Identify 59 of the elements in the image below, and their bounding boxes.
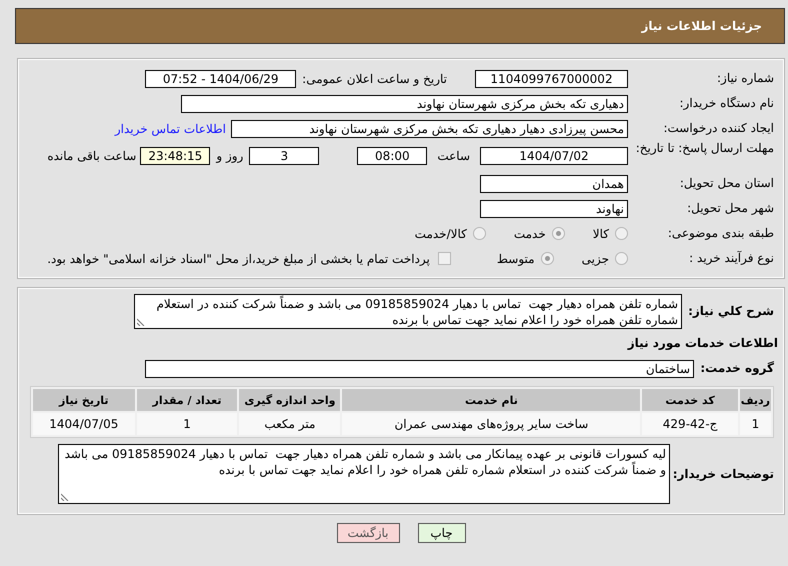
remaining-time-field: 23:48:15: [140, 147, 210, 165]
field-label: شرح كلي نیاز:: [687, 305, 775, 318]
print-button[interactable]: چاپ: [418, 523, 466, 543]
field-label: نام دستگاه خریدار:: [678, 97, 775, 110]
checkbox-label: پرداخت تمام یا بخشی از مبلغ خرید،از محل "اسناد خزانه اسلامی" خواهد بود.: [47, 252, 430, 266]
section-heading: اطلاعات خدمات مورد نیاز: [628, 336, 778, 350]
description-field: شماره تلفن همراه دهیار جهت تماس با دهیار 09185859024 می باشد و ضمناً شرکت کننده در استعلام شماره تلفن همراه خود را اعلام نماید جهت تماس با برنده: [134, 294, 682, 329]
field-label: ساعت: [437, 149, 470, 163]
column-header: تاریخ نیاز: [33, 389, 135, 411]
column-header: تعداد / مقدار: [136, 389, 238, 411]
resize-grip-icon[interactable]: [61, 493, 69, 501]
checkbox[interactable]: [438, 252, 451, 265]
column-header: کد خدمت: [642, 389, 738, 411]
field-label: توضیحات خریدار:: [672, 468, 775, 480]
announce-date-field: 1404/06/29 - 07:52: [145, 70, 296, 88]
deadline-date-field: 1404/07/02: [480, 147, 628, 165]
radio-label: کالا/خدمت: [414, 226, 467, 240]
deadline-time-field: 08:00: [357, 147, 428, 165]
table-cell: ساخت سایر پروژه‌های مهندسی عمران: [342, 413, 640, 435]
requester-field: محسن پیرزادی دهیار دهیاری تکه بخش مرکزی شهرستان نهاوند: [231, 120, 628, 138]
column-header: واحد اندازه گیری: [239, 389, 340, 411]
radio-button[interactable]: [615, 252, 628, 265]
buyer-contact-link[interactable]: اطلاعات تماس خریدار: [114, 122, 226, 136]
table-cell: 1: [740, 413, 771, 435]
page-title: جزئیات اطلاعات نیاز: [641, 19, 762, 33]
field-label: روز و: [216, 149, 244, 163]
column-header: نام خدمت: [342, 389, 640, 411]
service-group-field: ساختمان: [145, 360, 694, 378]
radio-label: خدمت: [514, 226, 546, 240]
field-label: طبقه بندی موضوعی:: [666, 227, 775, 240]
radio-button[interactable]: [615, 227, 628, 240]
radio-button[interactable]: [472, 227, 486, 240]
radio-label: جزیی: [582, 252, 609, 266]
field-label: ایجاد کننده درخواست:: [662, 122, 775, 135]
radio-button[interactable]: [540, 252, 554, 265]
field-label: شهر محل تحویل:: [686, 202, 775, 215]
resize-grip-icon[interactable]: [137, 318, 146, 326]
buyer-org-field: دهیاری تکه بخش مرکزی شهرستان نهاوند: [181, 94, 628, 112]
field-label: نوع فرآیند خرید :: [688, 252, 775, 265]
radio-label: کالا: [592, 226, 609, 240]
province-field: همدان: [480, 174, 628, 192]
table-cell: متر مکعب: [239, 413, 340, 435]
field-label: مهلت ارسال پاسخ: تا تاریخ:: [634, 142, 775, 155]
need-number-field: 1104099767000002: [475, 70, 628, 88]
radio-label: متوسط: [496, 252, 535, 266]
field-label: استان محل تحویل:: [678, 177, 775, 190]
column-header: ردیف: [740, 389, 771, 411]
table-cell: ج-42-429: [642, 413, 738, 435]
city-field: نهاوند: [480, 200, 628, 218]
field-label: تاریخ و ساعت اعلان عمومی:: [302, 72, 447, 86]
table-cell: 1: [136, 413, 238, 435]
buyer-notes-field: لیه کسورات قانونی بر عهده پیمانکار می باشد و شماره تلفن همراه دهیار جهت تماس با دهیار 09185859024 می باشد و ضمناً شرکت کننده در استعلام شماره تلفن همراه خود را اعلام نماید جهت تماس با برنده: [58, 444, 670, 504]
field-label: گروه خدمت:: [699, 362, 775, 375]
back-button[interactable]: بازگشت: [336, 523, 400, 543]
field-label: شماره نیاز:: [716, 72, 775, 85]
field-label: ساعت باقی مانده: [47, 149, 136, 163]
radio-button[interactable]: [552, 227, 565, 240]
table-cell: 1404/07/05: [33, 413, 135, 435]
days-field: 3: [249, 147, 320, 165]
